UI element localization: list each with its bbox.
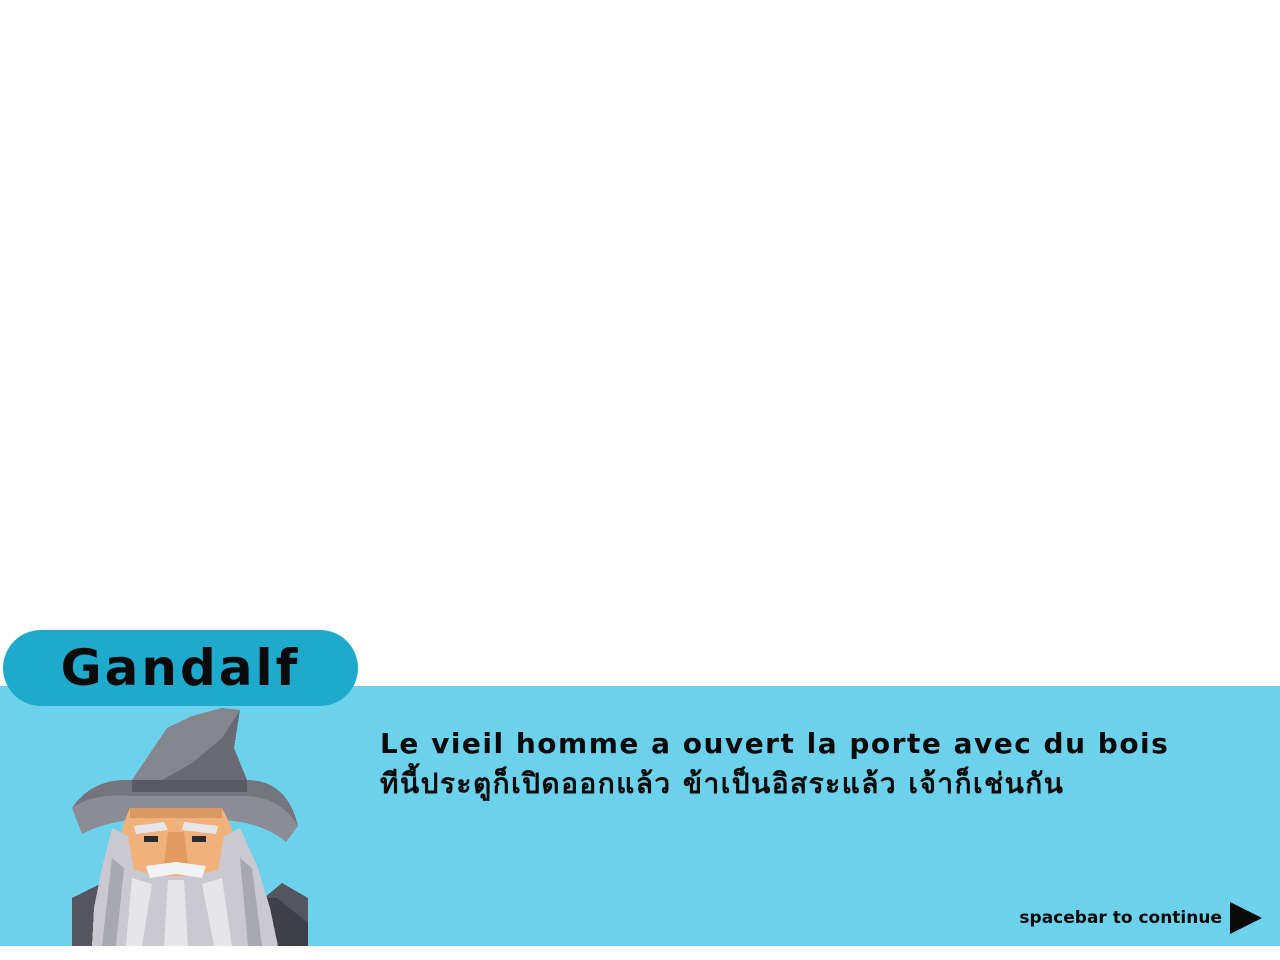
game-stage: Gandalf Le vieil homme a ouvert la porte… [0,0,1280,960]
dialog-text: Le vieil homme a ouvert la porte avec du… [380,724,1240,804]
continue-label: spacebar to continue [1019,908,1222,928]
play-arrow-icon [1230,902,1262,934]
speaker-name: Gandalf [60,639,301,697]
speaker-name-plate: Gandalf [3,630,358,706]
wizard-portrait [72,708,308,946]
dialog-line-1: Le vieil homme a ouvert la porte avec du… [380,727,1170,760]
continue-prompt[interactable]: spacebar to continue [1019,900,1264,936]
dialog-line-2: ทีนี้ประตูก็เปิดออกแล้ว ข้าเป็นอิสระแล้ว… [380,767,1065,800]
